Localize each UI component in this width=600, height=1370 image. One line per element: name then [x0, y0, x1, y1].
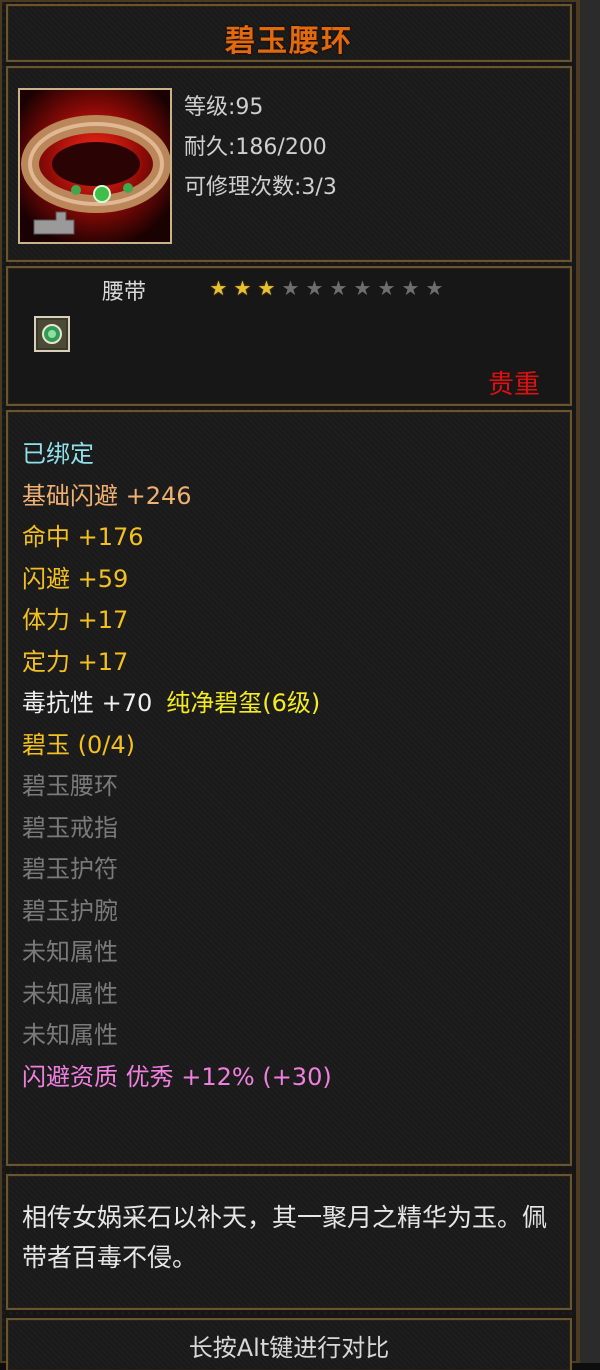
item-level: 等级:95: [184, 95, 264, 120]
attribute-row: 碧玉腰环: [22, 766, 332, 808]
attribute-list: 已绑定基础闪避 +246 命中 +176 闪避 +59 体力 +17 定力 +17 毒抗性…: [22, 434, 332, 1098]
jade-gem-icon: [34, 316, 70, 352]
attribute-row: 碧玉戒指: [22, 808, 332, 850]
star-empty-icon: ★: [305, 276, 324, 300]
item-stats: 等级:95 耐久:186/200 可修理次数:3/3: [184, 88, 337, 208]
compare-hint: 长按Alt键进行对比: [188, 1334, 390, 1362]
attribute-text: 碧玉护腕: [22, 896, 118, 925]
attribute-text: 闪避 +59: [22, 564, 129, 593]
attribute-text: 碧玉护符: [22, 855, 118, 883]
attribute-text: 闪避资质 优秀 +12% (+30): [22, 1062, 332, 1091]
attribute-text: 碧玉腰环: [22, 772, 118, 800]
star-filled-icon: ★: [233, 276, 252, 300]
star-filled-icon: ★: [257, 276, 276, 300]
compare-hint-panel: 长按Alt键进行对比: [6, 1318, 572, 1370]
attribute-row: 未知属性: [22, 1015, 332, 1057]
item-type-panel: 腰带 ★ ★ ★ ★ ★ ★ ★ ★ ★ ★ 贵重: [6, 266, 572, 406]
attribute-row: 未知属性: [22, 932, 332, 974]
attributes-panel: 已绑定基础闪避 +246 命中 +176 闪避 +59 体力 +17 定力 +17 毒抗性…: [6, 410, 572, 1166]
attribute-row: 体力 +17: [22, 600, 332, 642]
item-tooltip: 碧玉腰环 等级:95 耐久:186/200 可修理次数:3/3 腰带 ★ ★ ★…: [0, 0, 578, 1370]
attribute-text: 未知属性: [22, 1021, 118, 1049]
star-empty-icon: ★: [281, 276, 300, 300]
star-empty-icon: ★: [377, 276, 396, 300]
star-empty-icon: ★: [353, 276, 372, 300]
attribute-row: 闪避资质 优秀 +12% (+30): [22, 1057, 332, 1099]
attribute-text: 毒抗性 +70: [22, 689, 153, 717]
attribute-text: 碧玉戒指: [22, 813, 118, 842]
item-description: 相传女娲采石以补天，其一聚月之精华为玉。佩带者百毒不侵。: [22, 1203, 548, 1272]
attribute-row: 命中 +176: [22, 517, 332, 559]
description-panel: 相传女娲采石以补天，其一聚月之精华为玉。佩带者百毒不侵。: [6, 1174, 572, 1310]
item-type: 腰带: [102, 280, 147, 305]
attribute-text: 定力 +17: [22, 647, 129, 676]
item-durability: 耐久:186/200: [184, 135, 327, 160]
background-window-edge: [578, 0, 600, 1363]
item-info-panel: 等级:95 耐久:186/200 可修理次数:3/3: [6, 66, 572, 262]
attribute-text: 体力 +17: [22, 606, 129, 634]
attribute-gem: 纯净碧玺(6级): [166, 689, 321, 717]
attribute-row: 基础闪避 +246: [22, 476, 332, 518]
star-filled-icon: ★: [209, 276, 228, 300]
attribute-text: 未知属性: [22, 938, 118, 966]
attribute-row: 闪避 +59: [22, 559, 332, 601]
attribute-row: 定力 +17: [22, 642, 332, 684]
attribute-text: 命中 +176: [22, 523, 144, 551]
attribute-text: 基础闪避 +246: [22, 481, 192, 510]
star-empty-icon: ★: [401, 276, 420, 300]
star-rating: ★ ★ ★ ★ ★ ★ ★ ★ ★ ★: [208, 278, 445, 299]
attribute-row: 毒抗性 +70 纯净碧玺(6级): [22, 683, 332, 725]
rarity-label: 贵重: [487, 370, 540, 400]
attribute-row: 碧玉 (0/4): [22, 725, 332, 767]
item-repairs: 可修理次数:3/3: [184, 175, 337, 200]
attribute-text: 已绑定: [22, 440, 94, 468]
title-bar: 碧玉腰环: [6, 4, 572, 62]
attribute-row: 已绑定: [22, 434, 332, 476]
star-empty-icon: ★: [329, 276, 348, 300]
item-name: 碧玉腰环: [225, 24, 353, 59]
star-empty-icon: ★: [425, 276, 444, 300]
jade-belt-icon: [18, 88, 172, 244]
attribute-row: 碧玉护符: [22, 849, 332, 891]
attribute-text: 碧玉 (0/4): [22, 730, 135, 759]
attribute-row: 碧玉护腕: [22, 891, 332, 933]
attribute-row: 未知属性: [22, 974, 332, 1016]
attribute-text: 未知属性: [22, 979, 118, 1008]
